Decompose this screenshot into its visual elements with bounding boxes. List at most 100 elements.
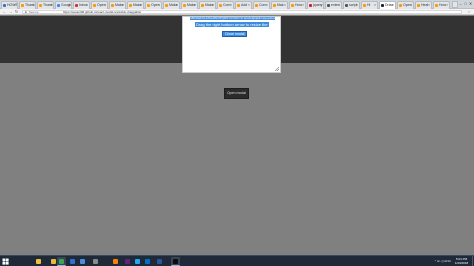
close-window-button[interactable]: ✕	[468, 0, 473, 8]
modal-text-line: ABCDEFGHIJKLMNOPQRSTUVWXYZ abcdefghijklm…	[190, 17, 275, 20]
browser-tab[interactable]: Make ×	[181, 1, 198, 9]
tab-close-icon[interactable]: ×	[212, 2, 214, 9]
visual-studio-icon[interactable]	[123, 257, 132, 266]
back-button[interactable]: ←	[2, 9, 7, 15]
browser-tab[interactable]: How ×	[433, 1, 450, 9]
browser-tab[interactable]: Make ×	[163, 1, 180, 9]
browser-tab[interactable]: Thank ×	[37, 1, 54, 9]
tab-close-icon[interactable]: ×	[266, 2, 268, 9]
tab-close-icon[interactable]: ×	[374, 2, 376, 9]
browser-tab[interactable]: script ×	[343, 1, 360, 9]
tab-close-icon[interactable]: ×	[248, 2, 250, 9]
tab-label: Hi	[367, 3, 371, 7]
app-glyph	[145, 259, 150, 264]
tab-close-icon[interactable]: ×	[194, 2, 196, 9]
app-glyph	[113, 259, 118, 264]
outlook-icon[interactable]	[143, 257, 152, 266]
forward-button[interactable]: →	[8, 9, 13, 15]
tab-close-icon[interactable]: ×	[320, 2, 322, 9]
tab-label: Mak	[277, 3, 284, 7]
tab-close-icon[interactable]: ×	[158, 2, 160, 9]
chrome-icon[interactable]	[57, 257, 66, 266]
word-icon[interactable]	[155, 257, 164, 266]
resize-handle-icon[interactable]	[275, 67, 279, 71]
browser-tab[interactable]: Com ×	[253, 1, 270, 9]
system-tray[interactable]: ^ ⊞ ◁) ENG	[435, 256, 451, 266]
photos-icon[interactable]	[78, 257, 87, 266]
app-glyph	[135, 259, 140, 264]
address-bar[interactable]: ■ Secure https://sesant96.github.io/reac…	[22, 10, 462, 14]
browser-tab[interactable]: Com ×	[217, 1, 234, 9]
tab-favicon-icon	[219, 4, 222, 7]
tab-close-icon[interactable]: ×	[302, 2, 304, 9]
tab-close-icon[interactable]: ×	[32, 2, 34, 9]
vscode-icon[interactable]	[133, 257, 142, 266]
tab-close-icon[interactable]: ×	[392, 2, 394, 9]
tab-favicon-icon	[3, 4, 6, 7]
browser-tab[interactable]: Make ×	[199, 1, 216, 9]
app-glyph	[59, 259, 64, 264]
media-player-icon[interactable]	[68, 257, 77, 266]
open-modal-button[interactable]: Open modal	[224, 88, 249, 99]
tab-close-icon[interactable]: ×	[50, 2, 52, 9]
browser-tab[interactable]: HOWT ×	[1, 1, 18, 9]
bookmark-star-icon[interactable]: ☆	[467, 9, 471, 15]
tab-close-icon[interactable]: ×	[68, 2, 70, 9]
taskbar-clock[interactable]: 5:04 PM 1/23/2018	[452, 257, 471, 265]
url-text[interactable]: https://sesant96.github.io/react-modal-r…	[63, 11, 141, 14]
app-glyph	[70, 259, 75, 264]
tab-favicon-icon	[435, 4, 438, 7]
browser-tab[interactable]: How ×	[289, 1, 306, 9]
browser-tab[interactable]: Open ×	[397, 1, 414, 9]
browser-tab[interactable]: Hi ×	[361, 1, 378, 9]
browser-tab[interactable]: Thank ×	[19, 1, 36, 9]
tab-close-icon[interactable]: ×	[14, 2, 16, 9]
tab-close-icon[interactable]: ×	[410, 2, 412, 9]
browser-tab[interactable]: Mak ×	[271, 1, 288, 9]
terminal-icon[interactable]	[171, 257, 180, 266]
browser-tab[interactable]: Heal ×	[415, 1, 432, 9]
tab-close-icon[interactable]: ×	[356, 2, 358, 9]
browser-tab[interactable]: Google ×	[55, 1, 72, 9]
tab-favicon-icon	[75, 4, 78, 7]
reload-button[interactable]: ↻	[14, 9, 19, 15]
tab-favicon-icon	[129, 4, 132, 7]
tab-close-icon[interactable]: ×	[122, 2, 124, 9]
window-controls: – □ ✕	[458, 0, 473, 8]
app-glyph	[173, 259, 178, 264]
tab-close-icon[interactable]: ×	[230, 2, 232, 9]
close-modal-button[interactable]: Close modal	[222, 31, 248, 37]
tab-close-icon[interactable]: ×	[284, 2, 286, 9]
browser-tab[interactable]: Add ×	[235, 1, 252, 9]
browser-tab[interactable]: Inbox ×	[73, 1, 90, 9]
vlc-icon[interactable]	[111, 257, 120, 266]
secure-label: Secure	[29, 10, 39, 14]
tab-favicon-icon	[345, 4, 348, 7]
tab-favicon-icon	[291, 4, 294, 7]
tab-close-icon[interactable]: ×	[104, 2, 106, 9]
tab-close-icon[interactable]: ×	[176, 2, 178, 9]
file-explorer-icon[interactable]	[34, 257, 43, 266]
windows-start-icon[interactable]	[1, 257, 10, 266]
tab-favicon-icon	[273, 4, 276, 7]
browser-tab[interactable]: Make ×	[127, 1, 144, 9]
browser-tab[interactable]: Open ×	[91, 1, 108, 9]
resizable-modal[interactable]: ABCDEFGHIJKLMNOPQRSTUVWXYZ abcdefghijklm…	[182, 16, 281, 73]
browser-tab[interactable]: Open ×	[145, 1, 162, 9]
clock-date: 1/23/2018	[454, 261, 469, 265]
tab-close-icon[interactable]: ×	[338, 2, 340, 9]
tab-close-icon[interactable]: ×	[140, 2, 142, 9]
modal-instruction-text: Drag the right bottom arrow to resize th…	[195, 22, 269, 27]
tab-favicon-icon	[147, 4, 150, 7]
tab-close-icon[interactable]: ×	[446, 2, 448, 9]
app-glyph	[36, 259, 41, 264]
browser-tab[interactable]: Draw ×	[379, 1, 396, 9]
tab-close-icon[interactable]: ×	[86, 2, 88, 9]
tab-favicon-icon	[417, 4, 420, 7]
tab-close-icon[interactable]: ×	[428, 2, 430, 9]
settings-icon[interactable]	[91, 257, 100, 266]
windows-taskbar: ^ ⊞ ◁) ENG 5:04 PM 1/23/2018	[0, 255, 474, 266]
browser-tab[interactable]: jquery ×	[307, 1, 324, 9]
browser-tab[interactable]: exten ×	[325, 1, 342, 9]
browser-tab[interactable]: Make ×	[109, 1, 126, 9]
